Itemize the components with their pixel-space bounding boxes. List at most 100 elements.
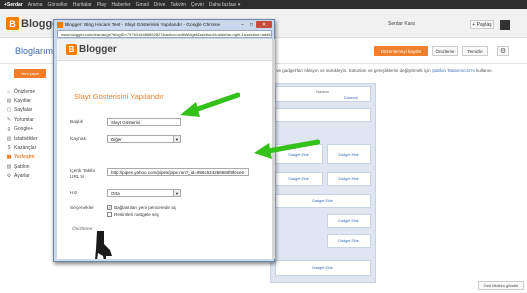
options-label: Seçenekler <box>70 206 94 211</box>
google-bar-item[interactable]: Arama <box>28 2 43 8</box>
gadget-add-link[interactable]: Gadget Ekle <box>338 177 359 181</box>
config-popup-window: Blogger: Blog Hocam Test - Slayt Gösteri… <box>53 19 275 262</box>
google-bar-item[interactable]: Görseller <box>48 2 68 8</box>
sidebar-item[interactable]: ✎ Yorumlar <box>6 115 54 124</box>
gadget-add-link[interactable]: Gadget Ekle <box>338 219 359 223</box>
url-bar[interactable]: www.blogger.com/rearrange?blogID=7976316… <box>57 30 272 38</box>
sidebar-item-label: Kayıtlar <box>14 97 31 104</box>
sidebar-item[interactable]: $ Kazançlar <box>6 143 54 152</box>
green-arrow-source-icon <box>180 92 240 117</box>
boot-preview-image <box>95 231 112 259</box>
sidebar-column-box: Gadget Ekle <box>327 144 371 164</box>
pages-icon: ▢ <box>6 107 12 114</box>
minimize-icon[interactable]: – <box>238 21 247 28</box>
sidebar-item-label: Ayarlar <box>14 173 30 180</box>
feed-url-label: İçerik Takibi URL'si <box>70 169 95 180</box>
google-bar-item[interactable]: Gmail <box>136 2 149 8</box>
gadget-box: Gadget Ekle <box>327 214 371 228</box>
gadget-box: Gadget Ekle <box>327 234 371 248</box>
page-title[interactable]: Bloglarım <box>15 46 53 56</box>
dialog-title: Slayt Gösterisini Yapılandır <box>74 92 164 101</box>
posts-icon: ▤ <box>6 97 12 104</box>
gadget-box: Gadget Ekle <box>275 194 371 208</box>
blogger-favicon-icon <box>57 22 63 28</box>
google-bar-item[interactable]: +Serdar <box>4 2 23 8</box>
sidebar-item[interactable]: ▢ Sayfalar <box>6 106 54 115</box>
speed-select-value: Orta <box>111 190 120 196</box>
shuffle-images-checkbox[interactable]: Resimleri rastgele seç <box>107 212 159 217</box>
settings-icon: ⚙ <box>6 173 12 180</box>
google-bar-item[interactable]: Çeviri <box>191 2 204 8</box>
header-gadget[interactable] <box>275 108 371 122</box>
title-label: Başlık <box>70 120 84 125</box>
sidebar-item[interactable]: ▧ Şablon <box>6 162 54 171</box>
layout-hint: i ve gadget'ları tıklayın ve sürükleyin.… <box>274 68 493 73</box>
new-post-button[interactable]: Yeni yayın <box>14 69 46 78</box>
share-button[interactable]: + Paylaş <box>470 20 494 29</box>
comments-icon: ✎ <box>6 116 12 123</box>
google-bar-item[interactable]: Haberler <box>111 2 130 8</box>
gadget-add-link[interactable]: Gadget Ekle <box>312 199 333 203</box>
sidebar-item-label: Şablon <box>14 163 30 170</box>
sidebar-item-label: Kazançlar <box>14 144 37 151</box>
title-input[interactable]: Slayt Gösterisi <box>107 118 181 126</box>
sidebar-item-label: Önizleme <box>14 88 36 95</box>
gadget-box: Gadget Ekle <box>327 172 371 186</box>
sidebar: Yeni yayın ⌂ Önizleme ▤ Kayıtlar ▢ Sayfalar ✎ Y… <box>0 64 54 293</box>
open-links-new-window-checkbox[interactable]: ✓ Bağlantıları yeni pencerede aç <box>107 205 176 210</box>
google-bar-item[interactable]: Play <box>97 2 107 8</box>
source-select-value: Diğer <box>111 136 122 142</box>
stats-icon: ▥ <box>6 135 12 142</box>
google-bar-item[interactable]: Drive <box>154 2 166 8</box>
googleplus-icon: g <box>7 126 11 133</box>
template-icon: ▧ <box>6 163 12 170</box>
hint-text: i ve gadget'ları tıklayın ve sürükleyin.… <box>274 68 431 73</box>
send-feedback-button[interactable]: Geri bildirim gönder <box>478 281 524 290</box>
maximize-icon[interactable]: □ <box>247 21 256 28</box>
sidebar-item[interactable]: ▥ İstatistikler <box>6 134 54 143</box>
blogger-logo-icon: B <box>66 44 77 55</box>
navbar-edit-link[interactable]: Düzenle <box>344 96 358 100</box>
chevron-down-icon: ▼ <box>173 190 180 196</box>
sidebar-item[interactable]: g Google+ <box>6 125 54 134</box>
sidebar-item[interactable]: ⌂ Önizleme <box>6 87 54 96</box>
close-icon[interactable]: ✕ <box>256 21 272 28</box>
sidebar-item-label: Yorumlar <box>14 116 34 123</box>
avatar[interactable] <box>500 20 510 30</box>
sidebar-item-label: Sayfalar <box>14 107 33 114</box>
save-button[interactable]: Düzenlemeyi kaydet <box>374 46 428 56</box>
speed-select[interactable]: Orta ▼ <box>107 189 181 197</box>
layout-canvas: Navbar Düzenle Gadget Ekle Gadget Ekle G… <box>270 83 376 283</box>
popup-window-title: Blogger: Blog Hocam Test - Slayt Gösteri… <box>65 22 221 28</box>
gadget-add-link[interactable]: Gadget Ekle <box>338 153 359 157</box>
sidebar-item-label: Google+ <box>14 126 34 133</box>
sidebar-item-label: İstatistikler <box>14 135 38 142</box>
user-name[interactable]: Serdar Kara <box>388 21 415 27</box>
popup-header: B Blogger <box>57 39 272 61</box>
gadget-add-link[interactable]: Gadget Ekle <box>338 239 359 243</box>
option1-label: Bağlantıları yeni pencerede aç <box>114 205 177 210</box>
checkbox-unchecked-icon <box>107 212 112 217</box>
preview-button[interactable]: Önizleme <box>432 46 458 56</box>
sidebar-item[interactable]: ⚙ Ayarlar <box>6 172 54 181</box>
gear-icon[interactable]: ⚙ <box>497 46 509 56</box>
source-label: Kaynak <box>70 137 86 142</box>
footer-box: Gadget Ekle <box>275 260 371 276</box>
sidebar-item[interactable]: ▦ Yerleşim <box>6 153 54 162</box>
clear-button[interactable]: Temizle <box>462 46 488 56</box>
option2-label: Resimleri rastgele seç <box>114 212 160 217</box>
gadget-add-link[interactable]: Gadget Ekle <box>312 266 333 270</box>
navbar-gadget[interactable]: Navbar Düzenle <box>275 86 371 102</box>
speed-label: Hız <box>70 191 78 196</box>
google-bar-item[interactable]: Daha fazlası ▾ <box>209 2 241 8</box>
layout-icon: ▦ <box>6 154 12 161</box>
home-icon: ⌂ <box>7 88 11 95</box>
sidebar-item[interactable]: ▤ Kayıtlar <box>6 96 54 105</box>
google-bar-item[interactable]: Takvim <box>170 2 186 8</box>
google-bar-item[interactable]: Haritalar <box>73 2 92 8</box>
template-designer-link[interactable]: Şablon Tasarımcısı'nı <box>432 68 475 73</box>
source-select[interactable]: Diğer ▼ <box>107 135 181 143</box>
earnings-icon: $ <box>7 144 11 151</box>
feed-url-input[interactable]: http://pipes.yahoo.com/pipes/pipe.run?_i… <box>107 168 249 176</box>
gadget-add-link[interactable]: Gadget Ekle <box>288 177 309 181</box>
